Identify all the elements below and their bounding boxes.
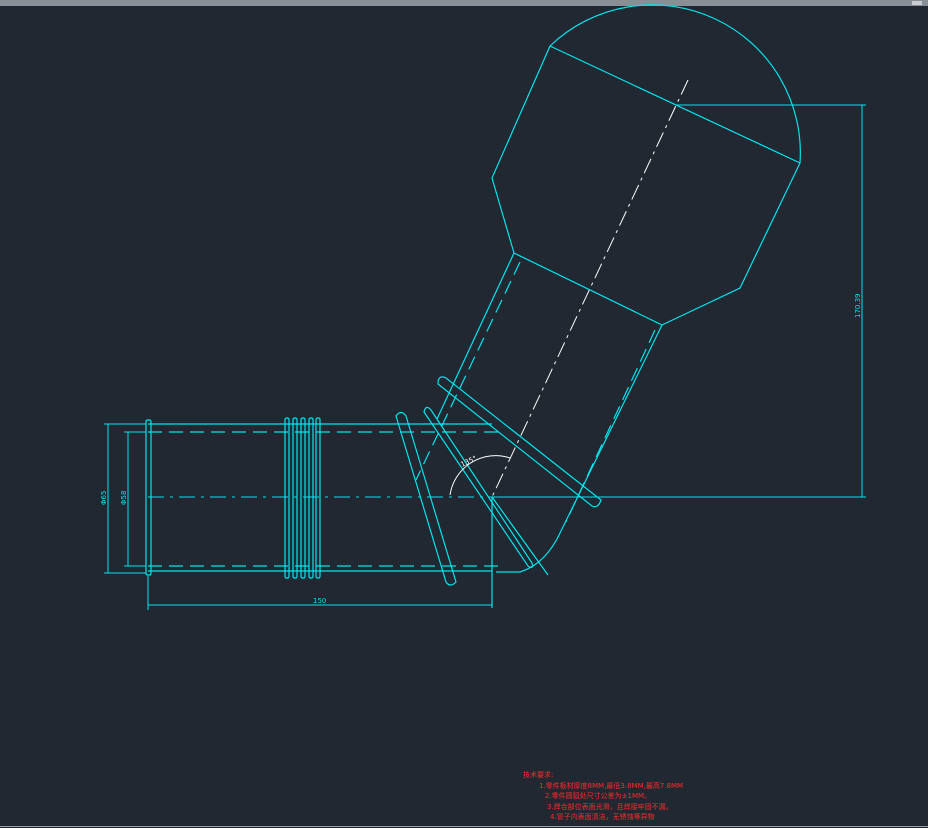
dim-height-label: 170.39 (854, 294, 862, 319)
hopper-head (491, 4, 801, 326)
notes-title: 技术要求: (523, 771, 554, 779)
note-item: 3.焊合部位表面光滑，且焊接牢固不漏。 (547, 802, 673, 811)
bottom-divider (0, 826, 928, 827)
dimension-lines (104, 104, 866, 610)
angled-pipe (415, 252, 663, 576)
corrugated-rings (284, 417, 321, 579)
cad-drawing-canvas[interactable]: 150 Φ65 Φ58 170.39 135° (0, 0, 928, 828)
technical-notes: 技术要求: 1.零件板材厚度8MM,最低3.8MM,最高7.8MM 2.零件圆弧… (523, 770, 683, 823)
note-item: 1.零件板材厚度8MM,最低3.8MM,最高7.8MM (539, 781, 684, 790)
horizontal-pipe (148, 423, 500, 608)
dim-outer-dia-label: Φ65 (100, 491, 108, 505)
slanted-collar-left (395, 411, 457, 586)
note-item: 2.零件圆弧处尺寸公差为±1MM。 (545, 792, 652, 800)
dim-inner-dia-label: Φ58 (120, 491, 128, 505)
dim-150-label: 150 (313, 597, 326, 605)
slanted-collar-right (423, 406, 534, 569)
elbow-collar (437, 376, 602, 508)
note-item: 4.管子内表面清洁，无锈蚀等异物 (550, 813, 655, 821)
